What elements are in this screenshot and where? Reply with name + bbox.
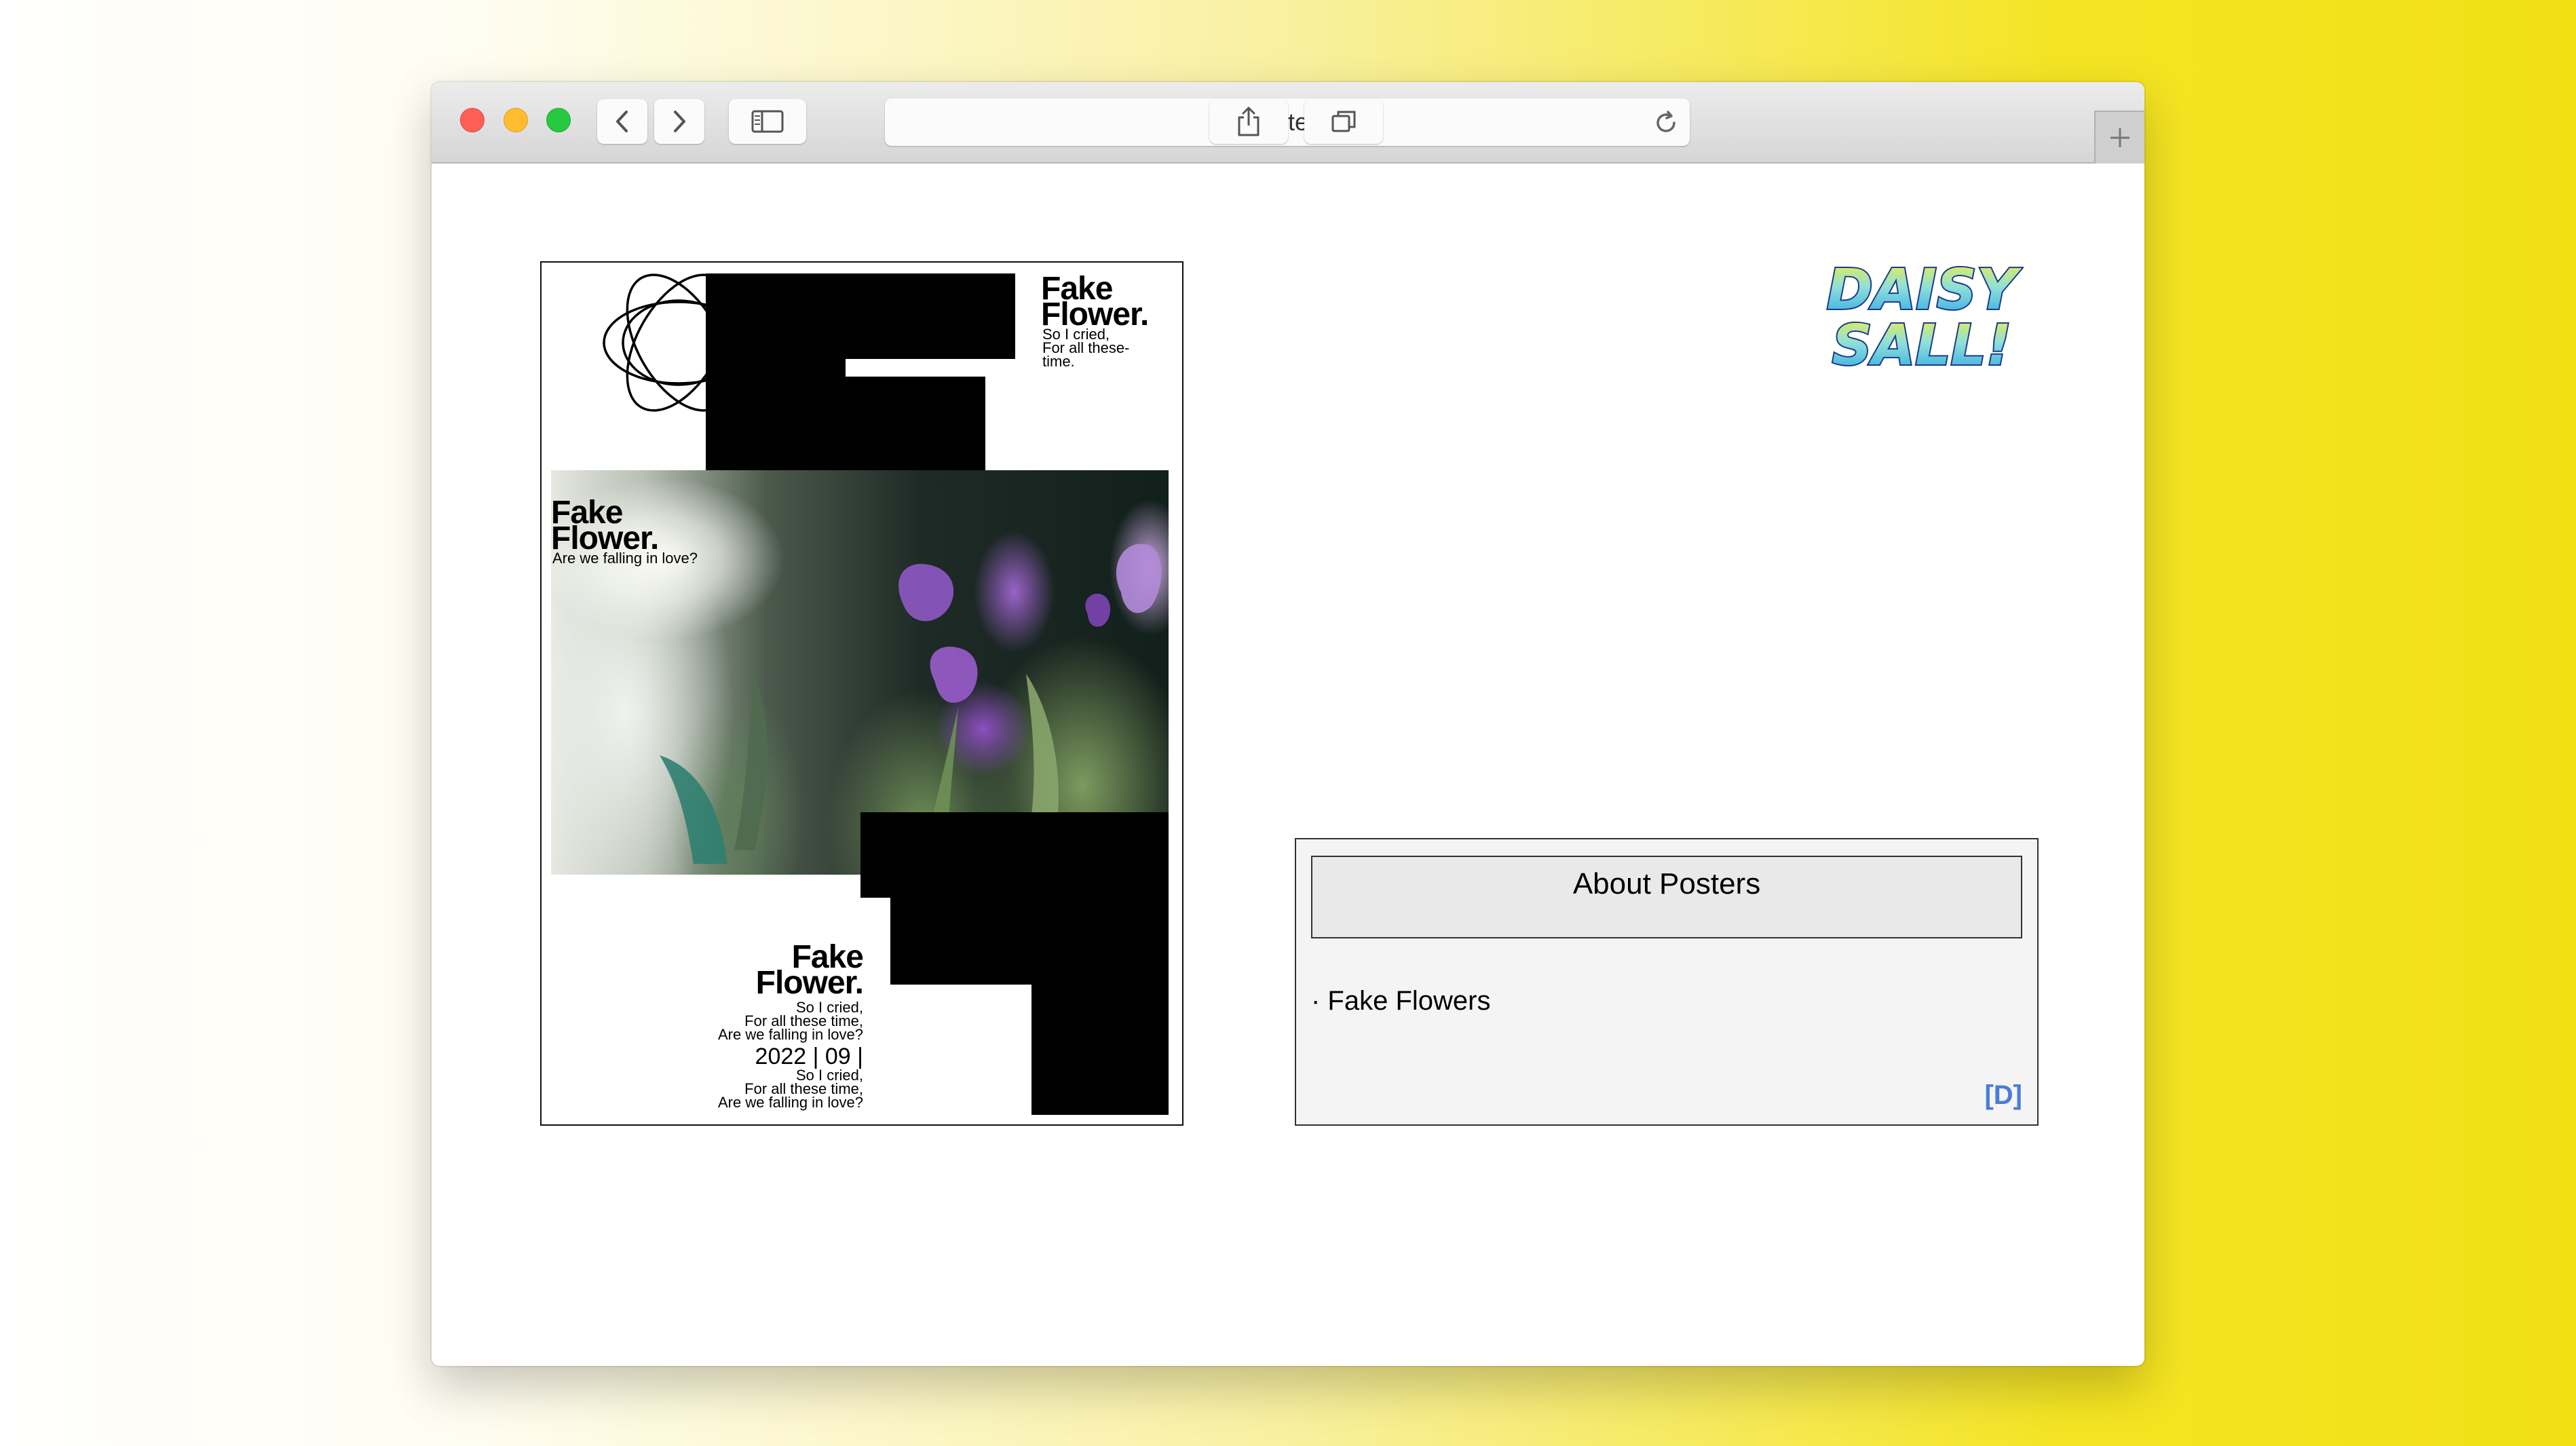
poster-list-item-fake-flowers[interactable]: · Fake Flowers: [1311, 986, 1491, 1016]
poster-top-sub-line3: time.: [1042, 353, 1075, 370]
logo-line-2: SALL!: [1832, 313, 2011, 374]
zoom-window-button[interactable]: [546, 108, 571, 132]
letter-f-block-mid: [706, 377, 985, 472]
poster-bottom-lines-a: So I cried, For all these time, Are we f…: [717, 1000, 863, 1043]
show-tabs-button[interactable]: [1304, 99, 1383, 144]
poster-bottom-lines-b: So I cried, For all these time, Are we f…: [717, 1068, 863, 1111]
poster-bottom-line: Are we falling in love?: [717, 1094, 863, 1111]
browser-toolbar: Posters: [432, 82, 2144, 164]
sidebar-button[interactable]: [729, 99, 806, 144]
poster-bottom-title: Fake Flower.: [755, 941, 864, 1001]
daisy-sall-logo[interactable]: DAISY SALL!: [1820, 257, 2024, 374]
letter-f-block-top: [706, 273, 1015, 359]
poster-top-title-line2: Flower.: [1041, 297, 1149, 332]
chevron-right-icon: [674, 111, 685, 132]
back-button[interactable]: [597, 99, 647, 144]
minimize-window-button[interactable]: [504, 108, 528, 132]
poster-bottom-title-line2: Flower.: [755, 965, 864, 1001]
letter-f-block-bottom-top: [860, 812, 1169, 898]
poster-top-title: Fake Flower.: [1041, 273, 1149, 332]
letter-f-block-bottom-mid: [890, 896, 1169, 985]
chevron-left-icon: [616, 111, 628, 132]
close-window-button[interactable]: [460, 108, 485, 132]
share-icon: [1238, 107, 1259, 136]
poster-mid-title: Fake Flower.: [551, 497, 659, 556]
reload-icon: [1656, 111, 1675, 132]
share-button[interactable]: [1209, 99, 1288, 144]
logo-line-1: DAISY: [1827, 258, 2022, 322]
poster-top-subtitle: So I cried, For all these- time.: [1042, 327, 1129, 370]
reload-button[interactable]: [1652, 109, 1680, 140]
browser-window: Posters Fake: [432, 82, 2144, 1366]
letter-f-block-bottom-stem: [1031, 983, 1169, 1115]
about-posters-heading: About Posters: [1311, 856, 2022, 938]
plus-icon: [2110, 128, 2129, 147]
tabs-icon: [1331, 111, 1356, 132]
poster-image[interactable]: Fake Flower. So I cried, For all these- …: [540, 261, 1183, 1126]
letter-f-block-stem: [706, 358, 846, 378]
poster-mid-title-line2: Flower.: [551, 520, 659, 556]
sidebar-icon: [751, 110, 784, 133]
about-posters-panel: About Posters · Fake Flowers [D]: [1295, 838, 2039, 1126]
forward-button[interactable]: [654, 99, 704, 144]
poster-bottom-line: Are we falling in love?: [717, 1026, 863, 1043]
poster-date: 2022 | 09 |: [755, 1044, 863, 1069]
poster-mid-subtitle: Are we falling in love?: [552, 550, 698, 567]
d-link[interactable]: [D]: [1984, 1080, 2022, 1111]
new-tab-button[interactable]: [2094, 111, 2144, 164]
